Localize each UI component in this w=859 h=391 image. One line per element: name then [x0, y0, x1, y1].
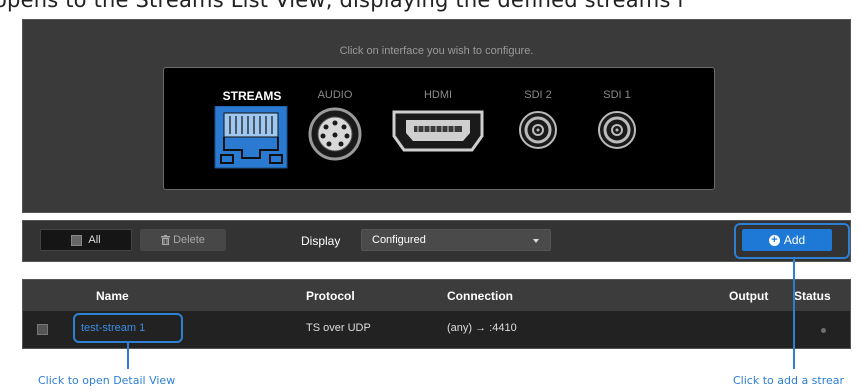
- interface-hdmi[interactable]: HDMI: [378, 68, 498, 189]
- stream-toolbar: All Delete Display Configured + Add: [22, 220, 851, 262]
- audio-connector-icon: [308, 107, 362, 161]
- interface-audio-label: AUDIO: [317, 89, 353, 101]
- interface-audio[interactable]: AUDIO: [295, 68, 375, 189]
- interface-sdi-1[interactable]: SDI 1: [577, 68, 657, 189]
- detail-callout-line: [127, 343, 129, 369]
- select-all-label: All: [88, 234, 101, 246]
- name-link-highlight: [73, 313, 183, 343]
- interface-sdi-2-label: SDI 2: [524, 89, 552, 101]
- status-indicator-icon: [821, 328, 826, 333]
- display-select[interactable]: Configured: [361, 229, 551, 251]
- add-callout-text: Click to add a strear: [733, 374, 845, 387]
- column-header-name[interactable]: Name: [96, 289, 129, 303]
- interface-panel: Click on interface you wish to configure…: [22, 19, 851, 213]
- column-header-connection[interactable]: Connection: [447, 289, 513, 303]
- add-callout-line: [793, 259, 795, 369]
- column-header-status[interactable]: Status: [794, 289, 831, 303]
- display-select-value: Configured: [372, 234, 426, 246]
- add-button-highlight: [734, 223, 850, 259]
- column-header-output[interactable]: Output: [729, 289, 768, 303]
- stream-connection: (any) → :4410: [447, 322, 517, 334]
- interface-hint: Click on interface you wish to configure…: [339, 45, 534, 57]
- row-checkbox[interactable]: [37, 324, 48, 335]
- chevron-down-icon: [533, 239, 539, 243]
- select-all-checkbox[interactable]: [71, 234, 83, 246]
- column-header-protocol[interactable]: Protocol: [306, 289, 355, 303]
- interface-streams[interactable]: STREAMS: [212, 68, 292, 189]
- bnc-connector-icon: [598, 111, 636, 149]
- caption-text: opens to the Streams List View, displayi…: [0, 0, 687, 12]
- interface-selector: STREAMS AUDIO HDMI SDI 2 SDI 1: [163, 67, 715, 190]
- ethernet-port-icon: [214, 106, 288, 169]
- interface-sdi-2[interactable]: SDI 2: [498, 68, 578, 189]
- interface-sdi-1-label: SDI 1: [603, 89, 631, 101]
- stream-protocol: TS over UDP: [306, 322, 371, 334]
- display-label: Display: [301, 234, 341, 248]
- delete-button[interactable]: Delete: [140, 229, 226, 251]
- interface-streams-label: STREAMS: [222, 89, 282, 103]
- trash-icon: [161, 235, 171, 245]
- bnc-connector-icon: [519, 111, 557, 149]
- select-all-button[interactable]: All: [40, 229, 132, 251]
- delete-label: Delete: [173, 234, 205, 246]
- detail-callout-text: Click to open Detail View: [38, 374, 176, 387]
- interface-hdmi-label: HDMI: [423, 89, 453, 101]
- hdmi-port-icon: [392, 110, 484, 152]
- table-header: Name Protocol Connection Output Status: [23, 280, 850, 311]
